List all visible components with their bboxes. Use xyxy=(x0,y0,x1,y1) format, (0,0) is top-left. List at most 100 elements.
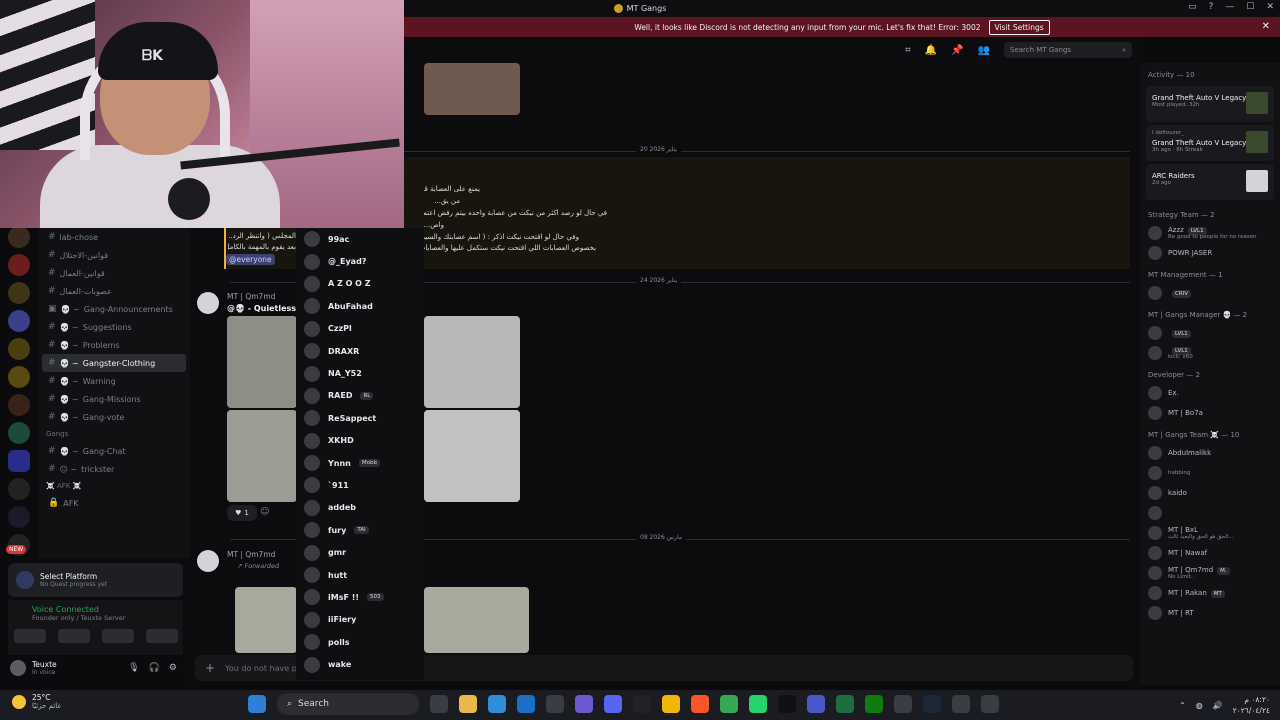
member-item[interactable]: Abdulmalikk xyxy=(1140,443,1280,463)
brave-icon[interactable] xyxy=(691,695,709,713)
voice-status[interactable]: Voice Connected xyxy=(8,600,183,614)
voice-server[interactable]: Founder only / Teuxte Server xyxy=(8,614,183,622)
channel-item[interactable]: # قوانين-العمال xyxy=(38,264,190,282)
steam-icon[interactable] xyxy=(923,695,941,713)
member-item[interactable]: MT | Bo7a xyxy=(1140,403,1280,423)
camera-button[interactable] xyxy=(14,629,46,643)
add-attachment-icon[interactable]: + xyxy=(205,661,215,675)
add-reaction-icon[interactable]: ☺ xyxy=(260,507,269,517)
member-item[interactable]: A Z O O Z xyxy=(296,273,424,295)
channel-item[interactable]: # 💀 ~ Gang-Missions xyxy=(38,390,190,408)
maximize-icon[interactable]: ☐ xyxy=(1246,2,1254,12)
screen-share-button[interactable] xyxy=(58,629,90,643)
server-icon[interactable] xyxy=(8,282,30,304)
server-icon[interactable] xyxy=(8,394,30,416)
app-icon[interactable] xyxy=(546,695,564,713)
channel-item[interactable]: # 💀 ~ Warning xyxy=(38,372,190,390)
member-item[interactable]: `911 xyxy=(296,474,424,496)
outlook-icon[interactable] xyxy=(517,695,535,713)
member-item[interactable]: AbuFahad xyxy=(296,295,424,317)
channel-item-afk[interactable]: 🔒 AFK xyxy=(38,494,190,512)
member-item[interactable]: habbing xyxy=(1140,463,1280,483)
app-icon[interactable] xyxy=(807,695,825,713)
member-item[interactable]: RAED RL xyxy=(296,385,424,407)
help-icon[interactable]: ? xyxy=(1209,2,1214,12)
member-item[interactable]: POWR JASER xyxy=(1140,243,1280,263)
chevron-up-icon[interactable]: ⌃ xyxy=(1179,701,1186,710)
channel-item[interactable]: # lab-chose xyxy=(38,228,190,246)
channel-item[interactable]: ▣ 💀 ~ Gang-Announcements xyxy=(38,300,190,318)
members-icon[interactable]: 👥 xyxy=(978,45,990,56)
member-item[interactable]: MT | RT xyxy=(1140,603,1280,623)
attachment-image[interactable] xyxy=(424,316,520,408)
discord-icon[interactable] xyxy=(604,695,622,713)
member-item[interactable]: CzzPl xyxy=(296,318,424,340)
whatsapp-icon[interactable] xyxy=(749,695,767,713)
threads-icon[interactable]: ⌗ xyxy=(905,45,911,56)
member-item[interactable]: hutt xyxy=(296,564,424,586)
member-item[interactable]: MT | Rakan MT xyxy=(1140,583,1280,603)
attachment-image[interactable] xyxy=(424,410,520,502)
server-icon[interactable] xyxy=(8,422,30,444)
server-icon[interactable] xyxy=(8,310,30,332)
category-afk[interactable]: ☠️ AFK ☠️ xyxy=(38,478,190,494)
member-item[interactable]: Ex. xyxy=(1140,383,1280,403)
attachment-image[interactable] xyxy=(424,63,520,115)
attachment-image[interactable] xyxy=(424,587,529,653)
chrome-icon[interactable] xyxy=(720,695,738,713)
pin-icon[interactable]: 📌 xyxy=(951,45,963,56)
close-icon[interactable]: ✕ xyxy=(1266,2,1274,12)
volume-icon[interactable]: 🔊 xyxy=(1213,701,1223,710)
member-item[interactable]: wake xyxy=(296,653,424,675)
member-item[interactable]: XKHD xyxy=(296,430,424,452)
folder-icon[interactable] xyxy=(8,450,30,472)
member-item[interactable]: @_Eyad? xyxy=(296,250,424,272)
category-gangs[interactable]: Gangs xyxy=(38,426,190,442)
gear-icon[interactable]: ⚙ xyxy=(169,663,177,673)
app-icon[interactable] xyxy=(952,695,970,713)
avatar[interactable] xyxy=(197,550,219,572)
member-item[interactable] xyxy=(1140,503,1280,523)
inbox-icon[interactable]: ▭ xyxy=(1188,2,1197,12)
select-platform-card[interactable]: Select Platform No Quest progress yet xyxy=(8,563,183,597)
activity-button[interactable] xyxy=(102,629,134,643)
member-item[interactable]: MT | Nawaf xyxy=(1140,543,1280,563)
server-icon[interactable] xyxy=(8,338,30,360)
xbox-icon[interactable] xyxy=(865,695,883,713)
member-item[interactable]: CRIV xyxy=(1140,283,1280,303)
channel-item[interactable]: # 😐 ~ trickster xyxy=(38,460,190,478)
channel-item[interactable]: # قوانين-الاحتلال xyxy=(38,246,190,264)
avatar[interactable] xyxy=(10,660,26,676)
excel-icon[interactable] xyxy=(836,695,854,713)
epic-icon[interactable] xyxy=(633,695,651,713)
member-item[interactable]: gmr xyxy=(296,541,424,563)
app-icon[interactable] xyxy=(894,695,912,713)
channel-item[interactable]: # 💀 ~ Gang-Chat xyxy=(38,442,190,460)
activity-card[interactable]: ARC Raiders 2d ago xyxy=(1146,164,1274,200)
headset-icon[interactable]: 🎧 xyxy=(149,663,160,673)
member-item[interactable]: addeb xyxy=(296,497,424,519)
member-item[interactable]: polls xyxy=(296,631,424,653)
server-icon[interactable] xyxy=(8,226,30,248)
member-item[interactable]: iMsF !! 503 xyxy=(296,586,424,608)
member-item[interactable]: LVL1 kick: x60 xyxy=(1140,343,1280,363)
taskbar-search[interactable]: ⌕ Search xyxy=(277,693,419,715)
member-item[interactable]: MT | Qm7md M. No Limit.. xyxy=(1140,563,1280,583)
file-explorer-icon[interactable] xyxy=(459,695,477,713)
start-icon[interactable] xyxy=(248,695,266,713)
channel-item[interactable]: # 💀 ~ Problems xyxy=(38,336,190,354)
member-item[interactable]: MT | BxL الحق هو الحق والبعيد ثالث... xyxy=(1140,523,1280,543)
member-item[interactable]: kaido xyxy=(1140,483,1280,503)
attachment-image[interactable] xyxy=(235,587,297,653)
clock[interactable]: ٠٨:٢٠ م ٢٠٢٦/٠٤/٢٤ xyxy=(1233,694,1270,716)
member-item[interactable]: 99ac xyxy=(296,228,424,250)
task-view-icon[interactable] xyxy=(430,695,448,713)
visit-settings-button[interactable]: Visit Settings xyxy=(988,19,1050,35)
activity-card[interactable]: I defiouzer_ Grand Theft Auto V Legacy 3… xyxy=(1146,125,1274,161)
minimize-icon[interactable]: — xyxy=(1225,2,1234,12)
server-icon[interactable] xyxy=(8,254,30,276)
server-icon[interactable] xyxy=(8,506,30,528)
copilot-icon[interactable] xyxy=(575,695,593,713)
channel-item[interactable]: # 💀 ~ Gang-vote xyxy=(38,408,190,426)
channel-item-active[interactable]: # 💀 ~ Gangster-Clothing xyxy=(42,354,186,372)
